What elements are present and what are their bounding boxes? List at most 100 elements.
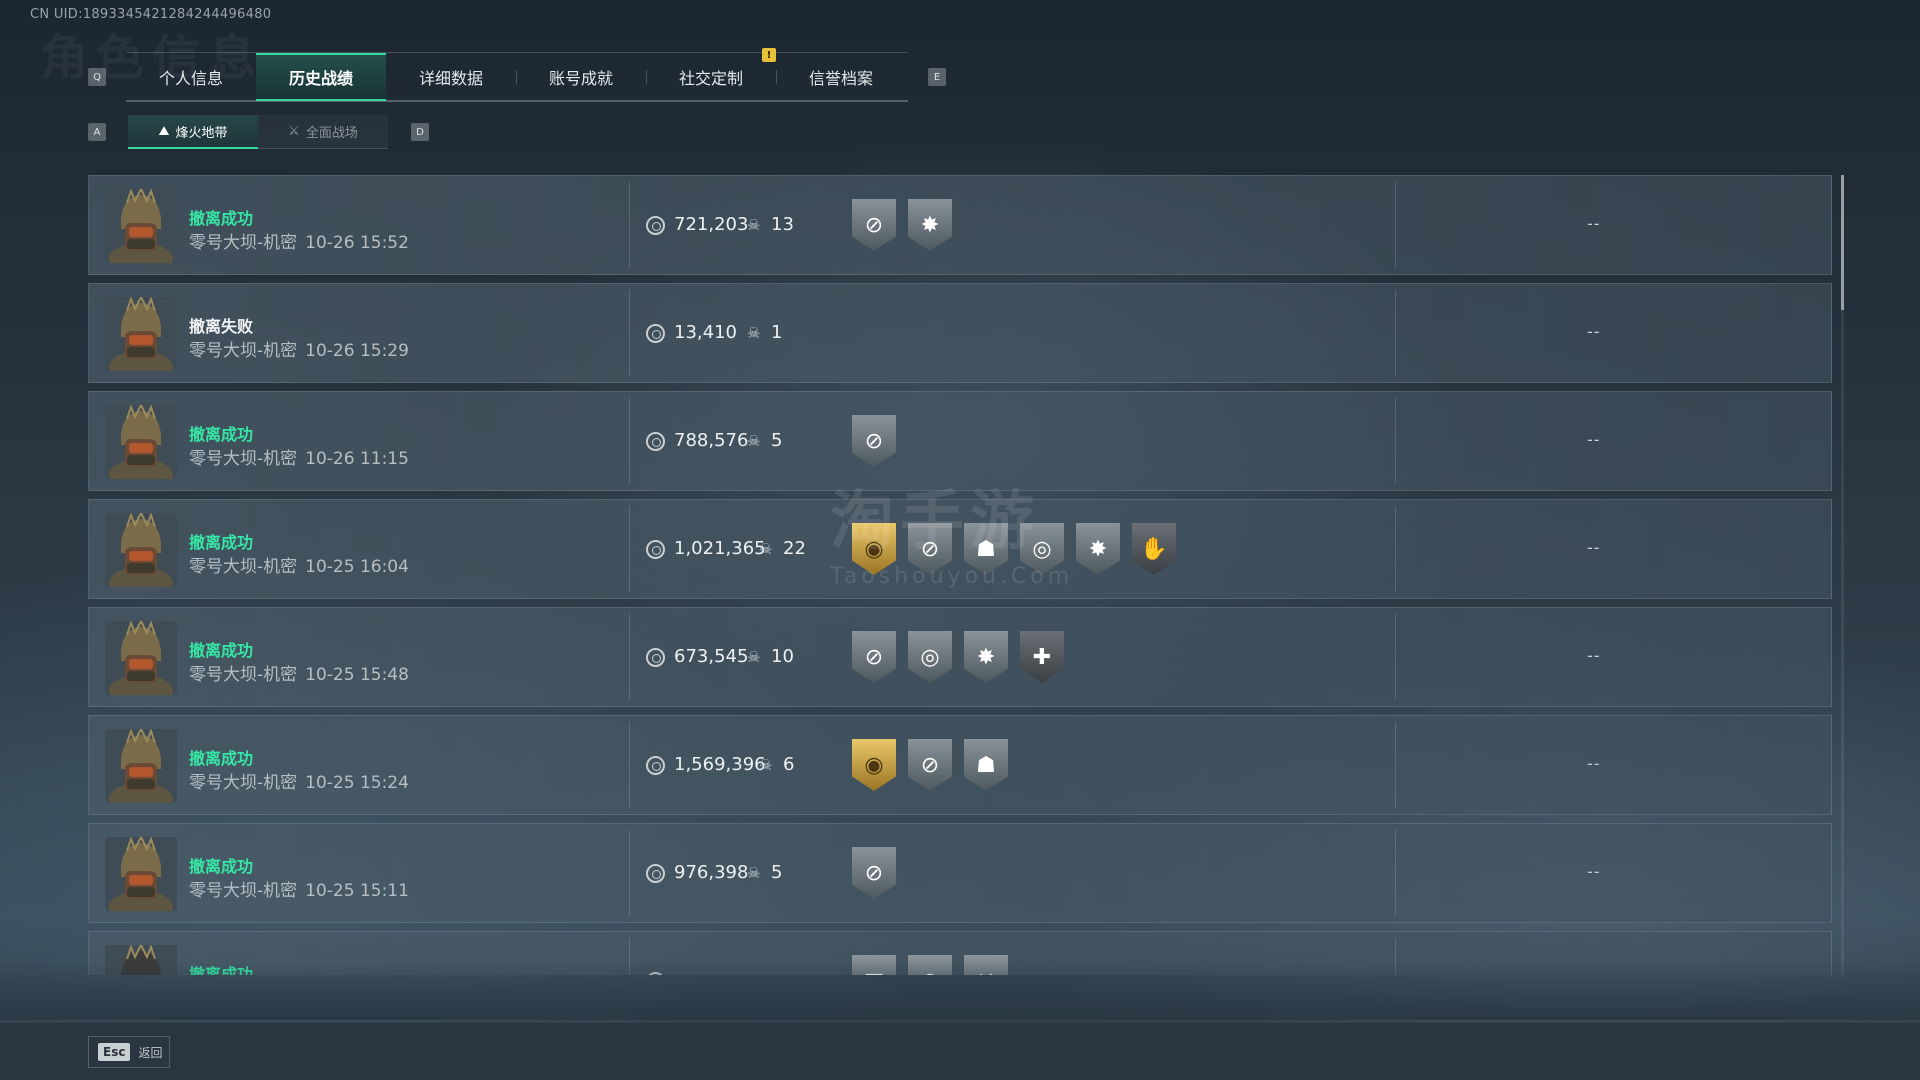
operator-avatar: [105, 621, 177, 695]
notification-badge: !: [762, 48, 776, 62]
extract-status: 撤离成功: [189, 209, 254, 228]
coin-icon: [646, 756, 665, 775]
extract-status: 撤离成功: [189, 857, 254, 876]
coin-value: 1,569,396: [674, 754, 766, 775]
match-time: 10-25 15:48: [305, 665, 409, 685]
match-row[interactable]: 撤离成功 零号大坝-机密 10-26 15:52 721,203 ☠ 13 ⊘ ✸ --: [88, 175, 1832, 275]
tab-3[interactable]: 账号成就: [516, 53, 646, 101]
match-time: 10-26 11:15: [305, 449, 409, 469]
map-name: 零号大坝-机密: [189, 665, 298, 685]
extra-value: --: [1587, 430, 1601, 449]
medic-icon[interactable]: ✚: [1020, 631, 1064, 683]
back-label: 返回: [138, 1045, 163, 1060]
match-time: 10-26 15:52: [305, 233, 409, 253]
subtab-next-key[interactable]: D: [411, 123, 429, 141]
tab-5[interactable]: 信誉档案: [776, 53, 906, 101]
kill-icon: ☠: [759, 756, 773, 774]
tab-prev-key[interactable]: Q: [88, 68, 106, 86]
tab-next-key[interactable]: E: [928, 68, 946, 86]
match-row[interactable]: 撤离成功 零号大坝-机密 10-25 15:24 1,569,396 ☠ 6 ◉ ⊘ ☗ --: [88, 715, 1832, 815]
kill-count: 13: [771, 214, 794, 235]
coin-icon: [646, 324, 665, 343]
column-divider: [629, 506, 630, 592]
crosshair-icon[interactable]: ⊘: [852, 415, 896, 467]
kill-count: 1: [771, 322, 783, 343]
operator-avatar: [105, 405, 177, 479]
coin-icon: [646, 648, 665, 667]
match-meta: 零号大坝-机密 10-25 16:04: [189, 552, 409, 577]
crosshair-icon[interactable]: ⊘: [852, 631, 896, 683]
match-meta: 零号大坝-机密 10-26 15:29: [189, 336, 409, 361]
subtab-0[interactable]: ⛰ 烽火地带: [128, 115, 258, 149]
extra-value: --: [1587, 538, 1601, 557]
coin-value: 721,203: [674, 214, 749, 235]
sub-tabs: ⛰ 烽火地带 ⚔ 全面战场: [128, 115, 388, 149]
tab-2[interactable]: 详细数据: [386, 53, 516, 101]
kill-count: 5: [771, 862, 783, 883]
coin-value: 1,021,365: [674, 538, 766, 559]
extra-value: --: [1587, 754, 1601, 773]
column-divider: [629, 398, 630, 484]
crosshair-icon[interactable]: ⊘: [908, 739, 952, 791]
column-divider: [629, 830, 630, 916]
operator-avatar: [105, 189, 177, 263]
extract-status: 撤离成功: [189, 641, 254, 660]
match-row[interactable]: 撤离失败 零号大坝-机密 10-26 15:29 13,410 ☠ 1 --: [88, 283, 1832, 383]
hand-icon[interactable]: ✋: [1132, 523, 1176, 575]
coin-value: 976,398: [674, 862, 749, 883]
watermark-subtext: Taoshouyou.Com: [830, 564, 1074, 589]
extra-value: --: [1587, 322, 1601, 341]
kill-count: 5: [771, 430, 783, 451]
match-row[interactable]: 撤离成功 零号大坝-机密 10-25 15:48 673,545 ☠ 10 ⊘ ◎ ✸ ✚ --: [88, 607, 1832, 707]
match-meta: 零号大坝-机密 10-26 15:52: [189, 228, 409, 253]
match-meta: 零号大坝-机密 10-25 15:48: [189, 660, 409, 685]
match-time: 10-25 16:04: [305, 557, 409, 577]
match-time: 10-25 15:24: [305, 773, 409, 793]
column-divider: [1395, 506, 1396, 592]
column-divider: [1395, 614, 1396, 700]
medal-list: ⊘ ✸: [852, 199, 952, 251]
zone-icon: ⛰: [158, 123, 170, 139]
tab-0[interactable]: 个人信息: [126, 53, 256, 101]
target-icon[interactable]: ◎: [908, 631, 952, 683]
medal-list: ⊘ ◎ ✸ ✚: [852, 631, 1064, 683]
kill-icon: ☠: [747, 648, 761, 666]
main-tabs: 个人信息 历史战绩 详细数据 账号成就 社交定制 信誉档案: [126, 52, 908, 102]
blast-icon[interactable]: ✸: [908, 199, 952, 251]
blast-icon[interactable]: ✸: [1076, 523, 1120, 575]
list-fade: [0, 960, 1920, 1020]
column-divider: [1395, 182, 1396, 268]
subtab-1[interactable]: ⚔ 全面战场: [258, 115, 388, 149]
crosshair-icon[interactable]: ⊘: [852, 847, 896, 899]
extra-value: --: [1587, 214, 1601, 233]
tab-1[interactable]: 历史战绩: [256, 53, 386, 101]
battlefield-icon: ⚔: [288, 124, 300, 139]
helmet-icon[interactable]: ☗: [964, 739, 1008, 791]
blast-icon[interactable]: ✸: [964, 631, 1008, 683]
column-divider: [1395, 290, 1396, 376]
medal-list: ⊘: [852, 847, 896, 899]
coin-icon[interactable]: ◉: [852, 739, 896, 791]
match-meta: 零号大坝-机密 10-25 15:11: [189, 876, 409, 901]
tab-4[interactable]: 社交定制: [646, 53, 776, 101]
operator-avatar: [105, 837, 177, 911]
column-divider: [629, 182, 630, 268]
match-row[interactable]: 撤离成功 零号大坝-机密 10-25 15:11 976,398 ☠ 5 ⊘ --: [88, 823, 1832, 923]
medal-list: ◉ ⊘ ☗: [852, 739, 1008, 791]
crosshair-icon[interactable]: ⊘: [852, 199, 896, 251]
footer-bar: [0, 1022, 1920, 1080]
esc-key: Esc: [98, 1043, 131, 1061]
back-button[interactable]: Esc 返回: [88, 1036, 170, 1068]
match-meta: 零号大坝-机密 10-26 11:15: [189, 444, 409, 469]
subtab-prev-key[interactable]: A: [88, 123, 106, 141]
scrollbar[interactable]: [1841, 175, 1844, 975]
coin-icon: [646, 432, 665, 451]
map-name: 零号大坝-机密: [189, 881, 298, 901]
column-divider: [1395, 830, 1396, 916]
scroll-thumb[interactable]: [1841, 175, 1844, 310]
extra-value: --: [1587, 862, 1601, 881]
column-divider: [629, 290, 630, 376]
column-divider: [629, 614, 630, 700]
kill-count: 10: [771, 646, 794, 667]
column-divider: [1395, 722, 1396, 808]
